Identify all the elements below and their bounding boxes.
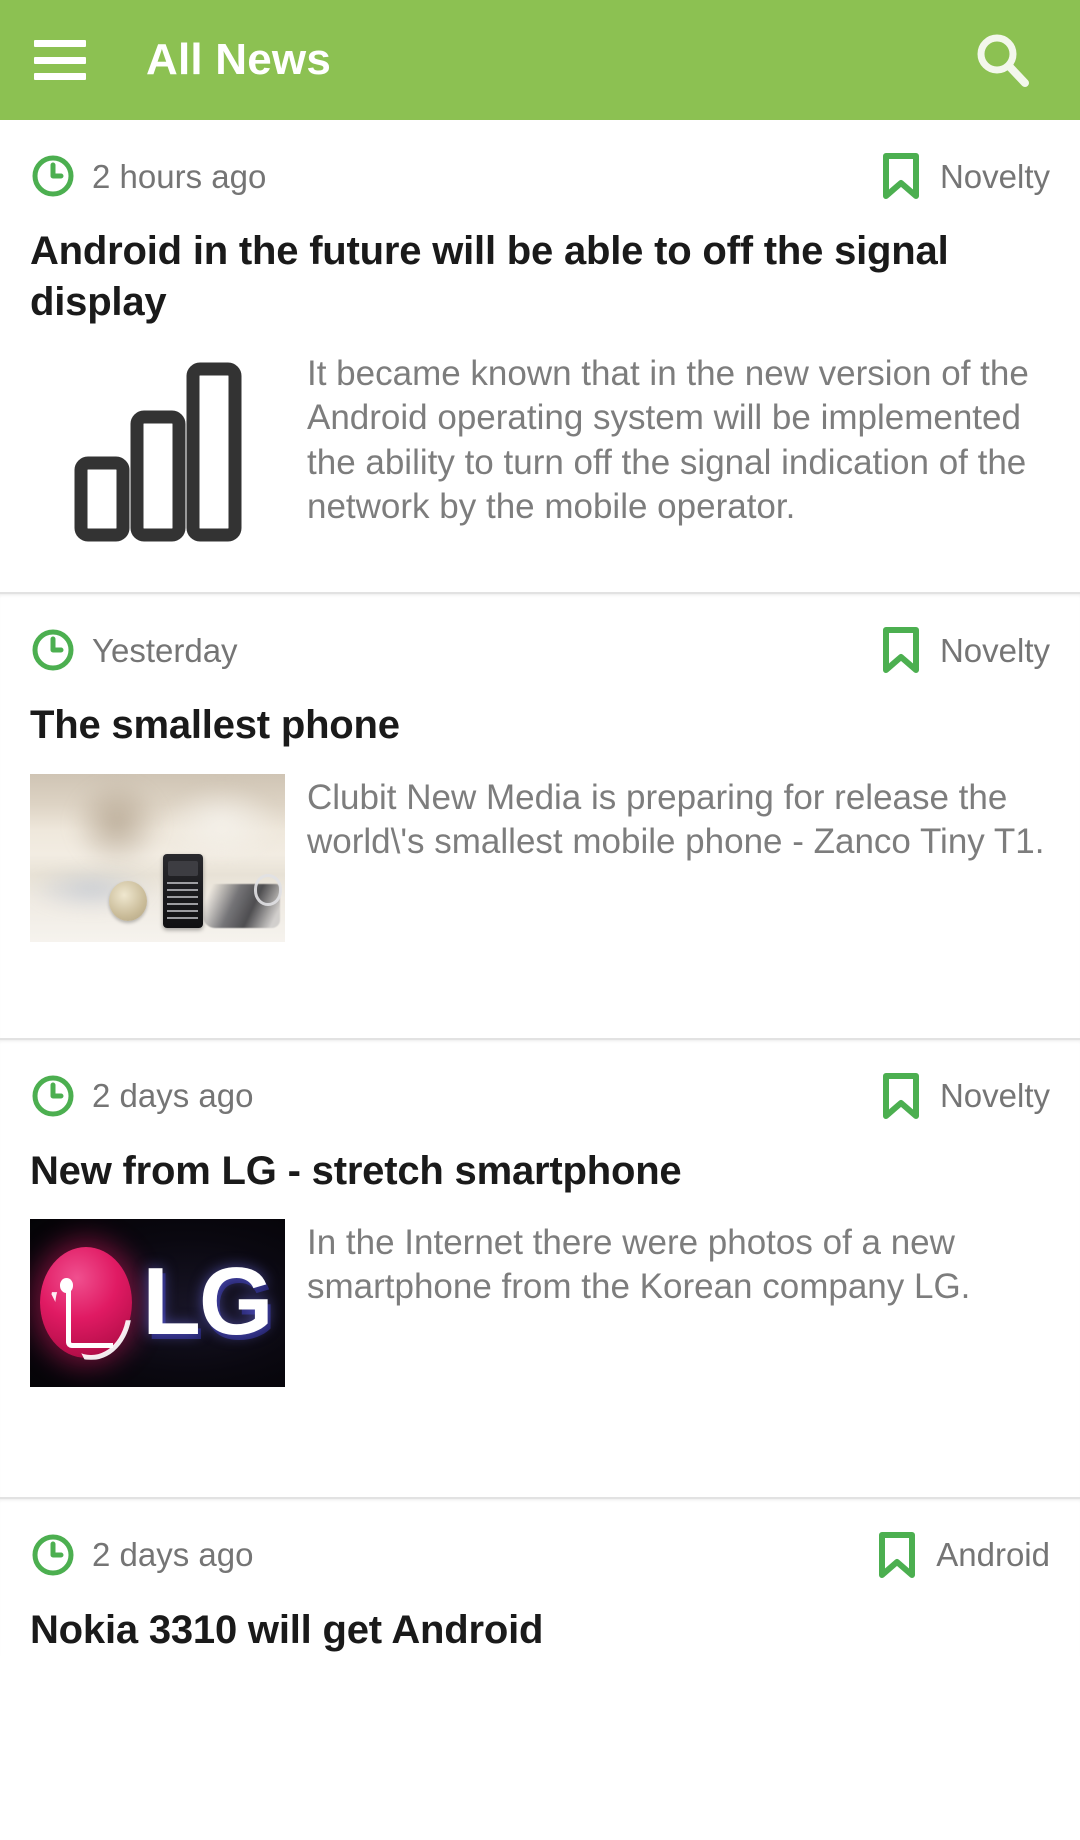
news-article-card[interactable]: 2 hours ago Novelty Android in the futur… xyxy=(0,120,1080,593)
photo-canvas: LG xyxy=(30,1218,285,1387)
card-spacer xyxy=(30,1387,1050,1497)
news-feed: 2 hours ago Novelty Android in the futur… xyxy=(0,120,1080,1656)
lg-wordmark: LG xyxy=(142,1247,273,1355)
article-body: It became known that in the new version … xyxy=(30,350,1050,550)
bookmark-icon[interactable] xyxy=(880,151,922,201)
article-time-group: 2 days ago xyxy=(30,1073,253,1119)
hamburger-line xyxy=(34,56,86,64)
article-meta-row: Yesterday Novelty xyxy=(30,624,1050,676)
article-thumbnail xyxy=(30,350,285,550)
article-summary: It became known that in the new version … xyxy=(307,354,1029,526)
hamburger-line xyxy=(34,40,86,47)
article-title: The smallest phone xyxy=(30,703,400,748)
clock-icon xyxy=(30,153,76,199)
article-title: Android in the future will be able to of… xyxy=(30,229,949,325)
article-category-group[interactable]: Android xyxy=(876,1530,1050,1580)
article-summary: Clubit New Media is preparing for releas… xyxy=(307,777,1045,861)
article-title: New from LG - stretch smartphone xyxy=(30,1148,682,1193)
clock-icon xyxy=(30,1073,76,1119)
article-category-label: Novelty xyxy=(939,1077,1050,1115)
article-thumbnail: LG xyxy=(30,1218,285,1387)
article-time-group: 2 hours ago xyxy=(30,153,266,199)
article-time-group: Yesterday xyxy=(30,627,238,673)
article-category-label: Android xyxy=(936,1536,1050,1574)
article-timestamp: 2 hours ago xyxy=(92,157,267,195)
clock-icon xyxy=(30,627,76,673)
bookmark-icon[interactable] xyxy=(880,1071,922,1121)
article-meta-row: 2 hours ago Novelty xyxy=(30,150,1050,202)
article-thumbnail xyxy=(30,773,285,942)
photo-mini-phone xyxy=(162,854,204,929)
photo-coin xyxy=(109,881,148,922)
card-spacer xyxy=(30,942,1050,1038)
article-category-group[interactable]: Novelty xyxy=(880,1071,1050,1121)
photo-blur-shape xyxy=(70,780,163,868)
news-article-card[interactable]: Yesterday Novelty The smallest phone Clu… xyxy=(0,592,1080,1038)
signal-bars-icon xyxy=(30,350,285,550)
article-timestamp: Yesterday xyxy=(92,631,238,669)
photo-canvas xyxy=(30,773,285,942)
hamburger-line xyxy=(34,73,86,80)
article-category-group[interactable]: Novelty xyxy=(880,625,1050,675)
article-summary: In the Internet there were photos of a n… xyxy=(307,1222,971,1306)
photo-keyring xyxy=(253,874,283,906)
article-category-label: Novelty xyxy=(939,157,1050,195)
article-title: Nokia 3310 will get Android xyxy=(30,1607,544,1652)
tiny-phone-photo xyxy=(30,773,285,942)
clock-icon xyxy=(30,1532,76,1578)
bookmark-icon[interactable] xyxy=(876,1530,918,1580)
article-time-group: 2 days ago xyxy=(30,1532,253,1578)
article-body: Clubit New Media is preparing for releas… xyxy=(30,773,1050,942)
article-meta-row: 2 days ago Android xyxy=(30,1529,1050,1581)
article-body: LG In the Internet there were photos of … xyxy=(30,1218,1050,1387)
article-meta-row: 2 days ago Novelty xyxy=(30,1070,1050,1122)
photo-blur-shape xyxy=(162,787,280,861)
news-article-card[interactable]: 2 days ago Novelty New from LG - stretch… xyxy=(0,1037,1080,1497)
bookmark-icon[interactable] xyxy=(880,625,922,675)
news-article-card[interactable]: 2 days ago Android Nokia 3310 will get A… xyxy=(0,1496,1080,1656)
app-bar: All News xyxy=(0,0,1080,120)
search-icon[interactable] xyxy=(966,23,1040,97)
card-spacer xyxy=(30,550,1050,592)
lg-logo-photo: LG xyxy=(30,1218,285,1387)
article-timestamp: 2 days ago xyxy=(92,1077,254,1115)
article-timestamp: 2 days ago xyxy=(92,1536,254,1574)
article-category-label: Novelty xyxy=(939,631,1050,669)
article-category-group[interactable]: Novelty xyxy=(880,151,1050,201)
page-title: All News xyxy=(146,35,331,84)
hamburger-menu-icon[interactable] xyxy=(34,40,86,80)
